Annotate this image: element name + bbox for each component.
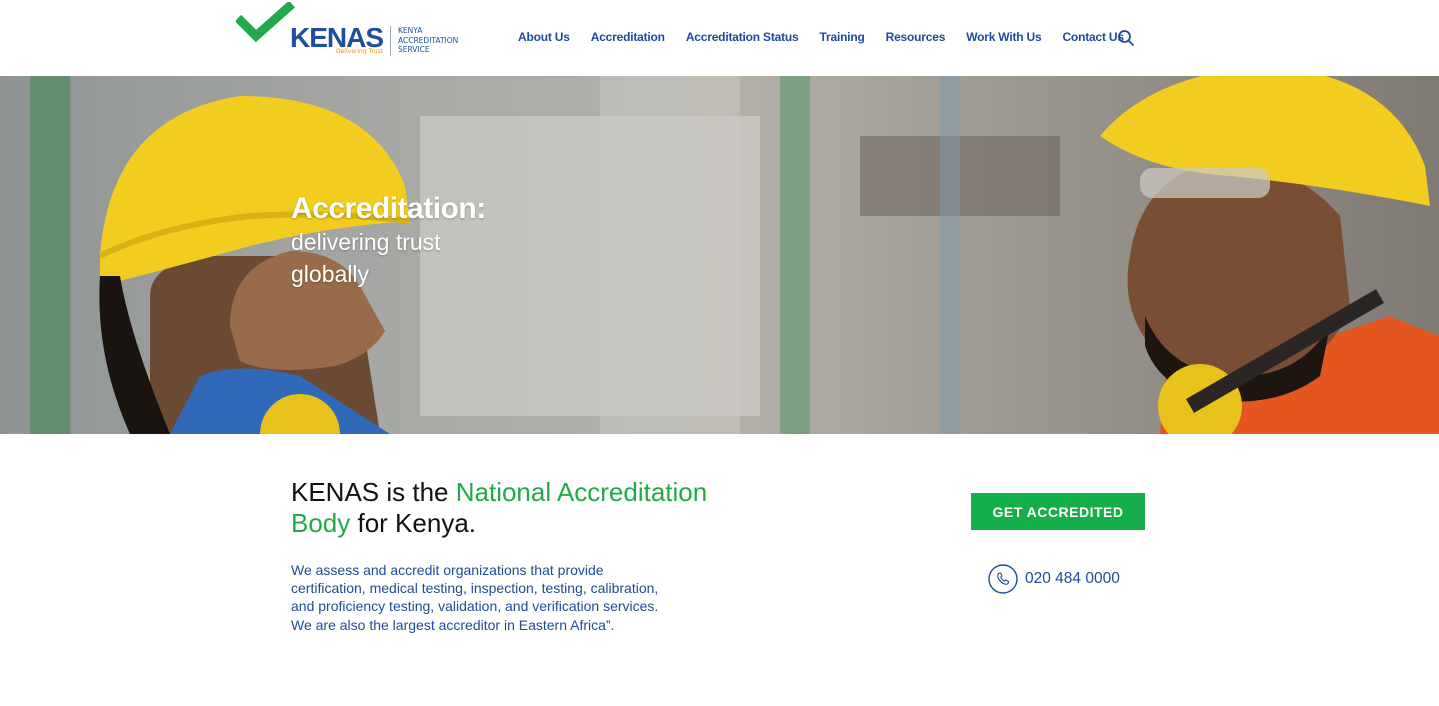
logo-side-line: ACCREDITATION [398, 35, 459, 45]
kenas-logo[interactable]: KENAS Delivering Trust KENYA ACCREDITATI… [236, 2, 476, 62]
nav-accreditation-status[interactable]: Accreditation Status [686, 30, 799, 44]
intro-heading: KENAS is the National Accreditation Body… [291, 477, 751, 539]
intro-heading-part1: KENAS is the [291, 477, 456, 507]
nav-work-with-us[interactable]: Work With Us [966, 30, 1041, 44]
phone-icon[interactable] [988, 564, 1018, 594]
hero-image [30, 76, 1439, 434]
nav-resources[interactable]: Resources [886, 30, 946, 44]
nav-accreditation[interactable]: Accreditation [591, 30, 665, 44]
nav-about-us[interactable]: About Us [518, 30, 570, 44]
nav-training[interactable]: Training [820, 30, 865, 44]
nav-contact-us[interactable]: Contact Us [1062, 30, 1124, 44]
intro-heading-part2: for Kenya. [350, 508, 476, 538]
logo-tagline: Delivering Trust [336, 48, 384, 55]
get-accredited-button[interactable]: GET ACCREDITED [971, 493, 1145, 530]
hero-subtitle: delivering trust globally [291, 229, 441, 287]
hero-title: Accreditation: [291, 192, 486, 225]
search-icon[interactable] [1117, 29, 1135, 47]
logo-side-text: KENYA ACCREDITATION SERVICE [398, 26, 458, 55]
logo-side-line: SERVICE [398, 45, 430, 54]
hero-text: Accreditation: delivering trust globally [291, 192, 511, 290]
site-header: KENAS Delivering Trust KENYA ACCREDITATI… [0, 0, 1439, 76]
hero-banner: Accreditation: delivering trust globally [0, 76, 1439, 434]
logo-side-line: KENYA [398, 26, 423, 35]
intro-body: We assess and accredit organizations tha… [291, 562, 659, 633]
phone-number[interactable]: 020 484 0000 [1025, 570, 1120, 588]
checkmark-logo-icon [236, 2, 295, 42]
main-nav: About Us Accreditation Accreditation Sta… [518, 29, 1124, 45]
logo-divider [390, 26, 391, 56]
